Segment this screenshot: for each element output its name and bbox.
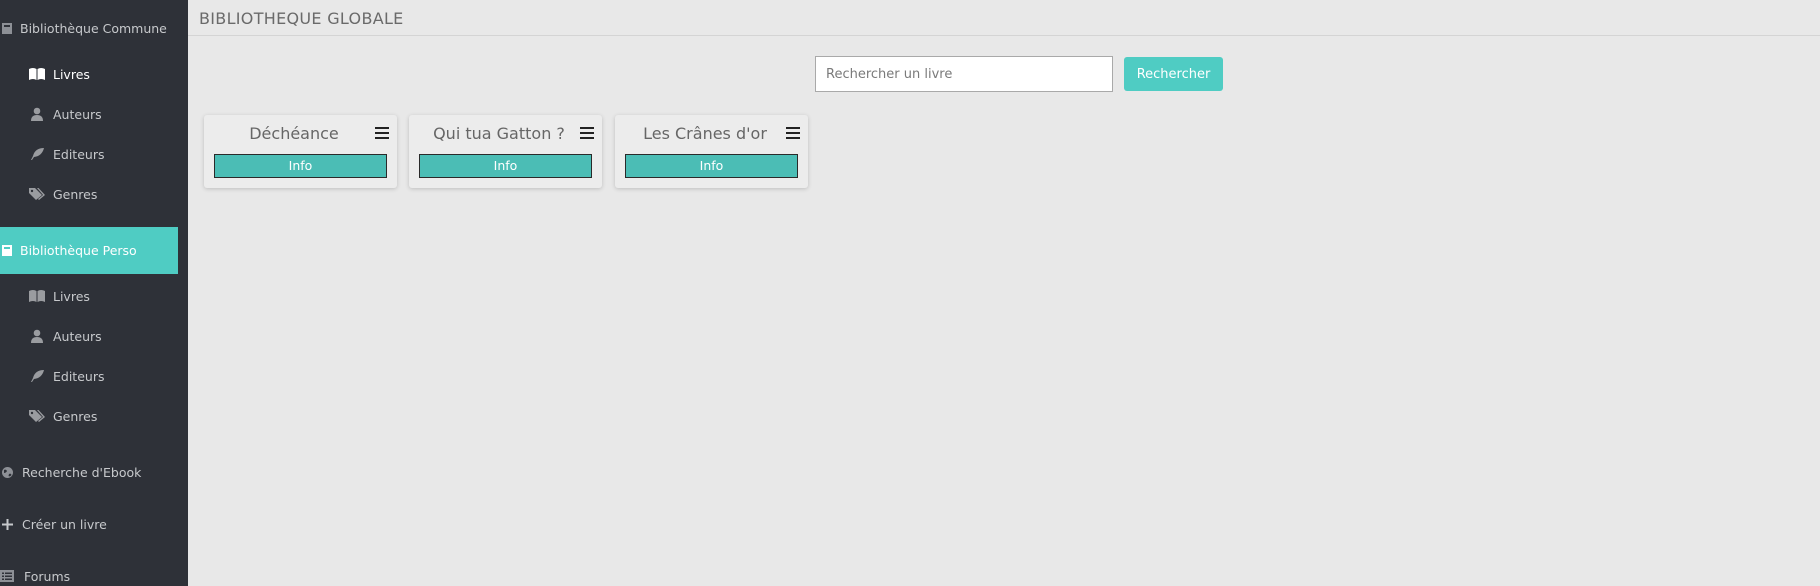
sidebar-item-label: Auteurs <box>53 328 102 344</box>
hamburger-menu-icon[interactable] <box>786 127 800 139</box>
book-title: Les Crânes d'or <box>643 124 767 143</box>
hamburger-menu-icon[interactable] <box>580 127 594 139</box>
user-icon <box>28 328 46 344</box>
sidebar-section-label: Bibliothèque Perso <box>20 243 137 258</box>
sidebar-item-forums[interactable]: Forums <box>0 564 70 586</box>
info-button[interactable]: Info <box>625 154 798 178</box>
tags-icon <box>28 408 46 424</box>
sidebar-item-label: Genres <box>53 408 98 424</box>
sidebar-item-ebook-search[interactable]: Recherche d'Ebook <box>0 460 141 484</box>
sidebar-item-common-auteurs[interactable]: Auteurs <box>28 103 102 125</box>
tags-icon <box>28 186 46 202</box>
sidebar-item-label: Livres <box>53 66 90 82</box>
hamburger-menu-icon[interactable] <box>375 127 389 139</box>
library-icon <box>0 244 14 258</box>
sidebar-item-common-livres[interactable]: Livres <box>28 63 90 85</box>
book-card: Les Crânes d'or Info <box>615 115 808 188</box>
feather-icon <box>28 368 46 384</box>
search-button[interactable]: Rechercher <box>1124 57 1223 91</box>
book-card: Déchéance Info <box>204 115 397 188</box>
book-title: Qui tua Gatton ? <box>433 124 565 143</box>
search-input[interactable] <box>815 56 1113 92</box>
sidebar-item-label: Genres <box>53 186 98 202</box>
header: BIBLIOTHEQUE GLOBALE <box>188 0 1820 36</box>
info-button[interactable]: Info <box>419 154 592 178</box>
list-icon <box>0 569 14 583</box>
library-icon <box>0 21 14 35</box>
book-icon <box>28 288 46 304</box>
app-root: Bibliothèque Commune Livres Auteurs Edit… <box>0 0 1820 586</box>
sidebar-item-label: Auteurs <box>53 106 102 122</box>
book-icon <box>28 66 46 82</box>
sidebar-item-perso-auteurs[interactable]: Auteurs <box>28 325 102 347</box>
sidebar-section-label: Bibliothèque Commune <box>20 20 167 36</box>
sidebar-item-perso-genres[interactable]: Genres <box>28 405 97 427</box>
sidebar: Bibliothèque Commune Livres Auteurs Edit… <box>0 0 188 586</box>
sidebar-item-perso-editeurs[interactable]: Editeurs <box>28 365 104 387</box>
plus-icon <box>0 517 14 531</box>
page-title: BIBLIOTHEQUE GLOBALE <box>199 9 404 28</box>
feather-icon <box>28 146 46 162</box>
sidebar-section-perso[interactable]: Bibliothèque Perso <box>0 227 178 274</box>
sidebar-item-label: Recherche d'Ebook <box>22 464 142 480</box>
sidebar-item-label: Créer un livre <box>22 516 107 532</box>
sidebar-item-label: Livres <box>53 288 90 304</box>
book-title: Déchéance <box>249 124 339 143</box>
sidebar-item-label: Editeurs <box>53 146 105 162</box>
book-card: Qui tua Gatton ? Info <box>409 115 602 188</box>
info-button[interactable]: Info <box>214 154 387 178</box>
user-icon <box>28 106 46 122</box>
sidebar-section-common[interactable]: Bibliothèque Commune <box>0 16 167 40</box>
sidebar-item-label: Editeurs <box>53 368 105 384</box>
sidebar-item-common-genres[interactable]: Genres <box>28 183 97 205</box>
sidebar-item-common-editeurs[interactable]: Editeurs <box>28 143 104 165</box>
sidebar-item-create-book[interactable]: Créer un livre <box>0 512 107 536</box>
globe-icon <box>0 465 14 479</box>
sidebar-item-perso-livres[interactable]: Livres <box>28 285 90 307</box>
sidebar-item-label: Forums <box>24 568 71 584</box>
